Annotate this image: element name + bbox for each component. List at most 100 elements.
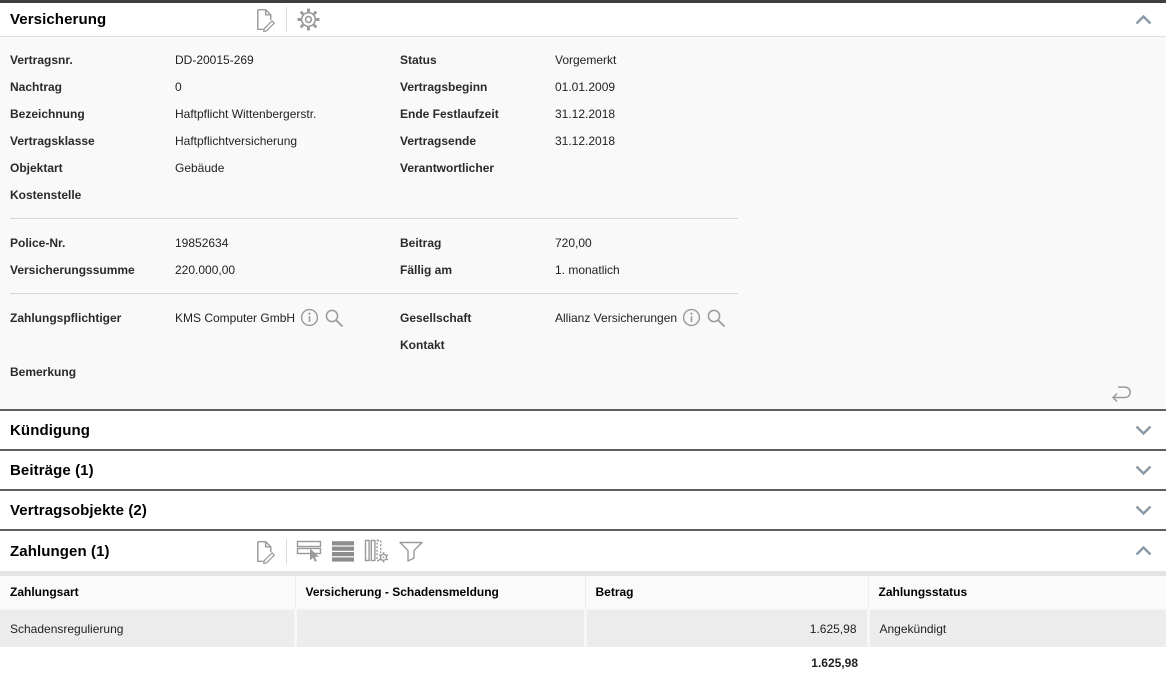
form-group-partner: Zahlungspflichtiger KMS Computer GmbH xyxy=(10,304,750,385)
chevron-down-icon xyxy=(1135,465,1152,475)
expand-beitraege-button[interactable] xyxy=(1135,465,1152,475)
field-value: Allianz Versicherungen xyxy=(555,311,677,325)
column-header-zahlungsstatus[interactable]: Zahlungsstatus xyxy=(868,576,1166,609)
field-label: Police-Nr. xyxy=(10,229,175,256)
field-label: Vertragsnr. xyxy=(10,46,175,73)
chevron-up-icon xyxy=(1135,15,1152,25)
field-label: Vertragsende xyxy=(400,127,555,154)
field-label: Status xyxy=(400,46,555,73)
versicherung-toolbar xyxy=(252,7,321,32)
cell-schadensmeldung xyxy=(295,609,585,647)
form-divider xyxy=(10,218,738,219)
field-value: 01.01.2009 xyxy=(555,73,750,100)
column-header-schadensmeldung[interactable]: Versicherung - Schadensmeldung xyxy=(295,576,585,609)
section-header-kuendigung[interactable]: Kündigung xyxy=(0,411,1166,449)
section-header-versicherung[interactable]: Versicherung xyxy=(0,3,1166,37)
field-label: Kontakt xyxy=(400,331,555,358)
magnifier-icon xyxy=(324,308,344,328)
column-header-betrag[interactable]: Betrag xyxy=(585,576,868,609)
field-value-with-lookup: KMS Computer GmbH xyxy=(175,304,400,331)
info-icon xyxy=(682,308,701,327)
field-value-with-lookup: Allianz Versicherungen xyxy=(555,304,750,331)
select-rows-icon xyxy=(296,540,322,563)
settings-button[interactable] xyxy=(296,7,321,32)
table-header-row: Zahlungsart Versicherung - Schadensmeldu… xyxy=(0,576,1166,609)
field-value: Haftpflichtversicherung xyxy=(175,127,400,154)
chevron-down-icon xyxy=(1135,425,1152,435)
field-label xyxy=(400,181,555,208)
field-value: 220.000,00 xyxy=(175,256,400,283)
gear-icon xyxy=(296,7,321,32)
edit-button[interactable] xyxy=(252,7,277,32)
payer-info-button[interactable] xyxy=(300,308,319,327)
expand-vertragsobjekte-button[interactable] xyxy=(1135,505,1152,515)
info-icon xyxy=(300,308,319,327)
payer-search-button[interactable] xyxy=(324,308,344,328)
field-value: Haftpflicht Wittenbergerstr. xyxy=(175,100,400,127)
expand-kuendigung-button[interactable] xyxy=(1135,425,1152,435)
collapse-versicherung-button[interactable] xyxy=(1135,15,1152,25)
toolbar-separator xyxy=(286,7,287,32)
column-header-zahlungsart[interactable]: Zahlungsart xyxy=(0,576,295,609)
payments-table: Zahlungsart Versicherung - Schadensmeldu… xyxy=(0,576,1166,682)
section-versicherung: Versicherung xyxy=(0,3,1166,409)
field-label: Bemerkung xyxy=(10,358,175,385)
field-value: 31.12.2018 xyxy=(555,100,750,127)
field-label: Bezeichnung xyxy=(10,100,175,127)
field-value: Vorgemerkt xyxy=(555,46,750,73)
section-title-versicherung: Versicherung xyxy=(10,11,106,28)
chevron-up-icon xyxy=(1135,546,1152,556)
section-header-vertragsobjekte[interactable]: Vertragsobjekte (2) xyxy=(0,491,1166,529)
sum-betrag: 1.625,98 xyxy=(585,647,868,682)
section-header-zahlungen[interactable]: Zahlungen (1) xyxy=(0,531,1166,571)
field-value: KMS Computer GmbH xyxy=(175,311,295,325)
field-label: Zahlungspflichtiger xyxy=(10,304,175,331)
form-divider xyxy=(10,293,738,294)
section-header-beitraege[interactable]: Beiträge (1) xyxy=(0,451,1166,489)
filter-button[interactable] xyxy=(398,539,424,563)
field-value: 0 xyxy=(175,73,400,100)
field-label: Verantwortlicher xyxy=(400,154,555,181)
field-value xyxy=(175,181,400,208)
document-edit-icon xyxy=(252,539,277,564)
section-title-zahlungen: Zahlungen (1) xyxy=(10,543,110,560)
field-label: Kostenstelle xyxy=(10,181,175,208)
field-value: 31.12.2018 xyxy=(555,127,750,154)
field-spacer xyxy=(10,331,175,358)
list-rows-icon xyxy=(331,540,355,563)
field-label: Gesellschaft xyxy=(400,304,555,331)
field-label: Vertragsklasse xyxy=(10,127,175,154)
field-label: Vertragsbeginn xyxy=(400,73,555,100)
collapse-zahlungen-button[interactable] xyxy=(1135,546,1152,556)
toolbar-separator xyxy=(286,539,287,564)
cell-zahlungsstatus: Angekündigt xyxy=(868,609,1166,647)
column-settings-icon xyxy=(364,539,389,563)
company-info-button[interactable] xyxy=(682,308,701,327)
table-row[interactable]: Schadensregulierung 1.625,98 Angekündigt xyxy=(0,609,1166,647)
field-spacer xyxy=(175,331,400,358)
section-title-kuendigung: Kündigung xyxy=(10,422,90,439)
document-edit-icon xyxy=(252,7,277,32)
filter-icon xyxy=(398,539,424,563)
field-value: DD-20015-269 xyxy=(175,46,400,73)
field-value: 720,00 xyxy=(555,229,750,256)
form-group-police: Police-Nr. 19852634 Beitrag 720,00 Versi… xyxy=(10,229,750,283)
section-title-beitraege: Beiträge (1) xyxy=(10,462,94,479)
column-settings-button[interactable] xyxy=(364,539,389,563)
new-payment-button[interactable] xyxy=(252,539,277,564)
field-label: Nachtrag xyxy=(10,73,175,100)
cell-betrag: 1.625,98 xyxy=(585,609,868,647)
list-view-button[interactable] xyxy=(331,540,355,563)
revert-button[interactable] xyxy=(1106,382,1136,404)
company-search-button[interactable] xyxy=(706,308,726,328)
table-sum-row: 1.625,98 xyxy=(0,647,1166,682)
chevron-down-icon xyxy=(1135,505,1152,515)
magnifier-icon xyxy=(706,308,726,328)
versicherung-content: Vertragsnr. DD-20015-269 Status Vorgemer… xyxy=(0,37,1166,409)
select-rows-button[interactable] xyxy=(296,540,322,563)
field-value: Gebäude xyxy=(175,154,400,181)
field-label: Ende Festlaufzeit xyxy=(400,100,555,127)
field-value: 19852634 xyxy=(175,229,400,256)
form-group-contract: Vertragsnr. DD-20015-269 Status Vorgemer… xyxy=(10,46,750,208)
cell-zahlungsart: Schadensregulierung xyxy=(0,609,295,647)
